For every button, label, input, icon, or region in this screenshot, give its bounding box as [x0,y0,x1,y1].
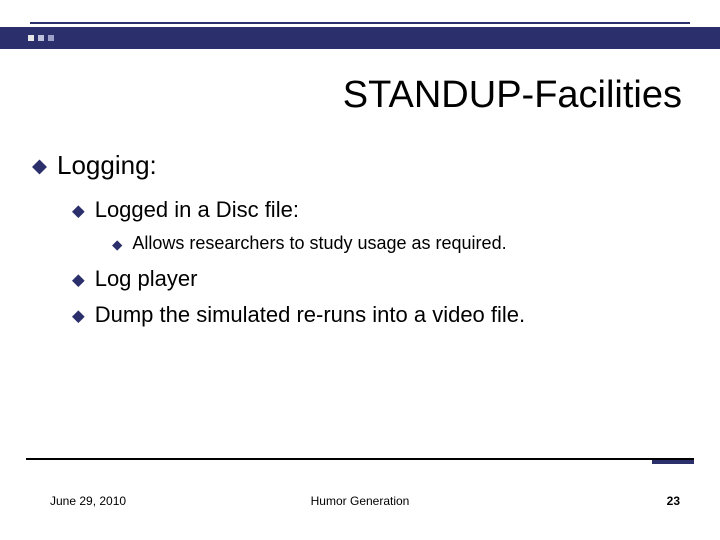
header-accent-blocks [28,27,58,49]
bullet-level-3: ◆ Allows researchers to study usage as r… [112,233,680,254]
bullet-level-2: ◆ Log player [72,266,680,292]
bullet-level-2: ◆ Logged in a Disc file: [72,197,680,223]
accent-square-icon [48,35,54,41]
slide: STANDUP-Facilities ◆ Logging: ◆ Logged i… [0,0,720,540]
diamond-bullet-icon: ◆ [112,233,122,251]
diamond-bullet-icon: ◆ [32,150,47,176]
accent-square-icon [38,35,44,41]
slide-body: ◆ Logging: ◆ Logged in a Disc file: ◆ Al… [32,150,680,338]
diamond-bullet-icon: ◆ [72,302,85,324]
bullet-text: Log player [95,266,198,292]
footer-rule [26,458,694,460]
footer-center-text: Humor Generation [0,494,720,508]
bullet-level-2: ◆ Dump the simulated re-runs into a vide… [72,302,680,328]
slide-title: STANDUP-Facilities [343,74,682,117]
diamond-bullet-icon: ◆ [72,266,85,288]
header-blue-bar [0,27,720,49]
bullet-text: Logging: [57,150,157,181]
accent-square-icon [28,35,34,41]
bullet-text: Logged in a Disc file: [95,197,299,223]
bullet-text: Dump the simulated re-runs into a video … [95,302,525,328]
footer-page-number: 23 [667,494,680,508]
footer-accent-tab [652,460,694,464]
header-thin-rule [30,22,690,24]
bullet-level-1: ◆ Logging: [32,150,680,181]
diamond-bullet-icon: ◆ [72,197,85,219]
bullet-text: Allows researchers to study usage as req… [132,233,506,254]
header-bar [0,22,720,49]
